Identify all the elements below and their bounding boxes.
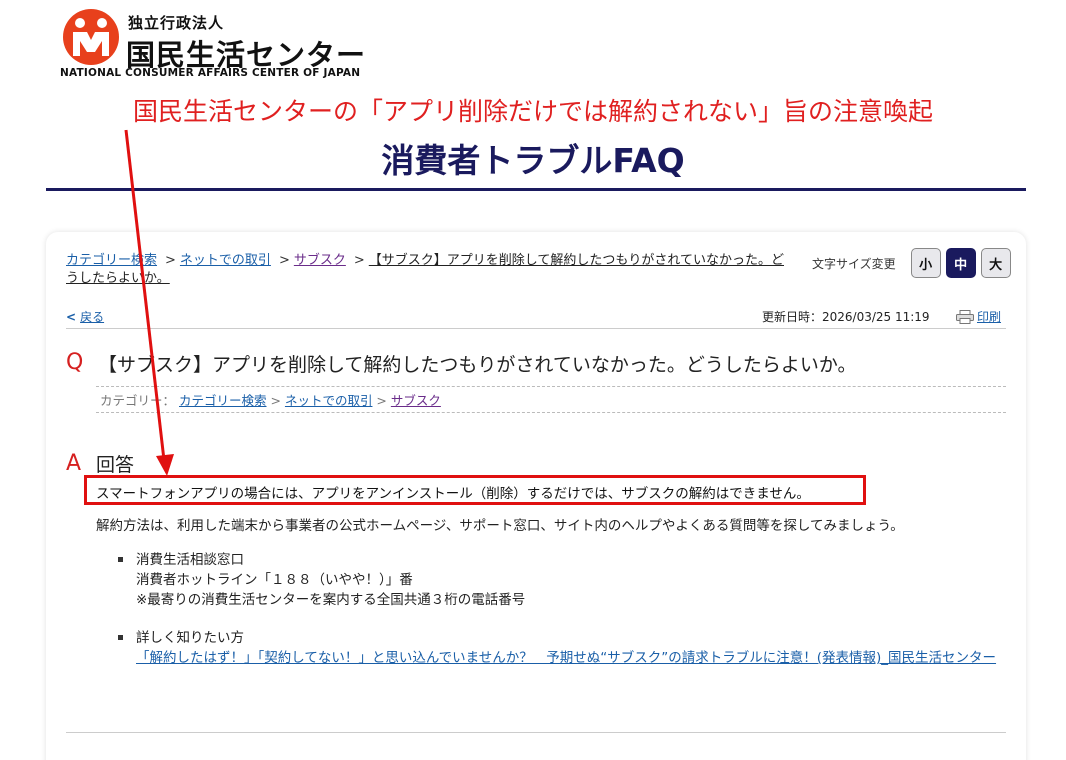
breadcrumb: カテゴリー検索 > ネットでの取引 > サブスク > 【サブスク】アプリを削除して解約したつ…: [66, 252, 796, 288]
printer-icon: [956, 309, 974, 324]
press-release-link[interactable]: 「解約したはず！」「契約してない！」と思い込んでいませんか？ 予期せぬ“サブスク…: [136, 650, 996, 666]
breadcrumb-item-subscription[interactable]: サブスク: [294, 253, 346, 268]
answer-list: 消費生活相談窓口 消費者ホットライン「１８８（いやや！）」番 ※最寄りの消費生活…: [116, 550, 1006, 686]
toolbar-divider: [66, 328, 1006, 329]
list-item-title: 詳しく知りたい方: [136, 630, 244, 646]
list-item: 消費生活相談窓口 消費者ホットライン「１８８（いやや！）」番 ※最寄りの消費生活…: [116, 550, 1006, 610]
org-type-label: 独立行政法人: [128, 14, 225, 32]
list-item: 詳しく知りたい方 「解約したはず！」「契約してない！」と思い込んでいませんか？ …: [116, 628, 1006, 668]
category-label: カテゴリー：: [100, 393, 176, 408]
answer-line-1: スマートフォンアプリの場合には、アプリをアンインストール（削除）するだけでは、サ…: [96, 486, 810, 502]
question-mark-label: Q: [66, 350, 84, 375]
annotation-caption: 国民生活センターの「アプリ削除だけでは解約されない」旨の注意喚起: [132, 97, 933, 126]
back-label[interactable]: 戻る: [80, 310, 104, 324]
answer-heading: 回答: [96, 454, 135, 476]
page-title: 消費者トラブルFAQ: [381, 141, 685, 180]
breadcrumb-separator: >: [353, 253, 365, 268]
breadcrumb-separator: >: [278, 253, 290, 268]
question-text: 【サブスク】アプリを削除して解約したつもりがされていなかった。どうしたらよいか。: [98, 354, 857, 376]
back-link[interactable]: < 戻る: [66, 308, 104, 325]
breadcrumb-item-category-search[interactable]: カテゴリー検索: [66, 253, 157, 268]
logo-mark-icon: [63, 9, 119, 65]
answer-line-2: 解約方法は、利用した端末から事業者の公式ホームページ、サポート窓口、サイト内のヘ…: [96, 518, 904, 534]
hotline-text: 消費者ホットライン「１８８（いやや！）」番: [136, 572, 413, 588]
category-link-search[interactable]: カテゴリー検索: [179, 393, 267, 408]
hotline-note: ※最寄りの消費生活センターを案内する全国共通３桁の電話番号: [136, 592, 526, 608]
list-item-title: 消費生活相談窓口: [136, 552, 244, 568]
content-divider: [66, 732, 1006, 733]
font-size-medium-button[interactable]: 中: [945, 248, 976, 278]
faq-card: カテゴリー検索 > ネットでの取引 > サブスク > 【サブスク】アプリを削除して解約したつ…: [46, 232, 1026, 760]
question-category: カテゴリー： カテゴリー検索 > ネットでの取引 > サブスク: [100, 393, 441, 408]
category-link-subscription[interactable]: サブスク: [391, 393, 441, 408]
font-size-large-button[interactable]: 大: [980, 248, 1011, 278]
answer-mark-label: A: [66, 451, 82, 476]
font-size-switcher: 文字サイズ変更 小 中 大: [812, 248, 1011, 278]
org-english-name: NATIONAL CONSUMER AFFAIRS CENTER OF JAPA…: [60, 67, 361, 79]
font-size-label: 文字サイズ変更: [812, 256, 896, 271]
breadcrumb-item-online-trade[interactable]: ネットでの取引: [180, 253, 271, 268]
header-divider: [46, 188, 1026, 191]
breadcrumb-separator: >: [165, 253, 176, 268]
font-size-small-button[interactable]: 小: [910, 248, 941, 278]
category-link-online-trade[interactable]: ネットでの取引: [285, 393, 373, 408]
print-label[interactable]: 印刷: [977, 308, 1001, 325]
question-divider-top: [96, 386, 1006, 387]
chevron-left-icon: <: [66, 310, 77, 324]
site-logo[interactable]: 独立行政法人 国民生活センター NATIONAL CONSUMER AFFAIR…: [60, 6, 365, 82]
updated-datetime: 更新日時：2026/03/25 11:19: [762, 310, 930, 324]
print-button[interactable]: 印刷: [956, 308, 1001, 325]
question-divider-bottom: [96, 412, 1006, 413]
